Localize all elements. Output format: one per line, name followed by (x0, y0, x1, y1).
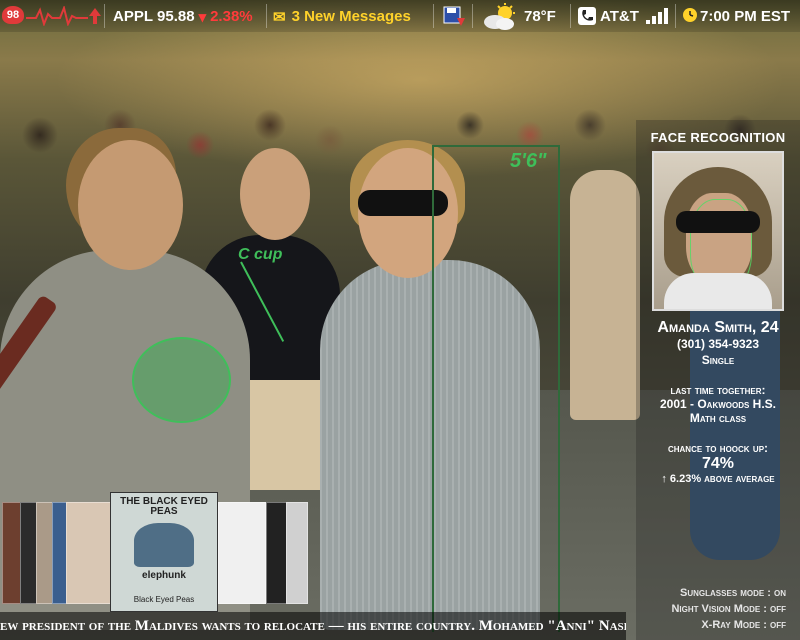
chance-delta: ↑ 6.23% above average (636, 473, 800, 485)
clock-time: 7:00 PM EST (700, 8, 791, 25)
person-right-body (570, 170, 640, 420)
messages-notification[interactable]: ✉ 3 New Messages (273, 8, 411, 26)
stock-ticker[interactable]: APPL 95.88 ▾ 2.38% (113, 8, 253, 26)
height-measure-box (432, 145, 560, 632)
person-phone[interactable]: (301) 354-9323 (636, 337, 800, 351)
night-vision-mode[interactable]: Night Vision Mode : off (671, 601, 786, 617)
messages-label: 3 New Messages (291, 8, 411, 25)
last-together-label: last time together: (670, 383, 766, 397)
clock-icon (683, 8, 697, 22)
height-label: 5'6" (510, 150, 547, 172)
heart-rate-up-icon (89, 8, 101, 24)
stock-symbol: APPL (113, 8, 154, 25)
person-background-head (240, 148, 310, 240)
partly-cloudy-icon (484, 3, 515, 30)
temperature: 78°F (524, 8, 556, 25)
face-photo[interactable] (652, 151, 784, 311)
mode-list: Sunglasses mode : on Night Vision Mode :… (671, 585, 786, 633)
album-cover[interactable] (66, 502, 112, 604)
phone-icon[interactable] (578, 7, 596, 25)
divider (675, 4, 676, 28)
arrow-up-icon: ↑ (661, 473, 667, 485)
album-cover[interactable] (266, 502, 288, 604)
album-cover[interactable] (218, 502, 266, 604)
status-bar: 98 APPL 95.88 ▾ 2.38% ✉ 3 New Messages 7… (0, 0, 800, 32)
carrier-name: AT&T (600, 8, 639, 25)
chance-value: 74% (701, 455, 735, 472)
last-together-value: 2001 - Oakwoods H.S. (659, 397, 777, 411)
stock-down-icon: ▾ (198, 9, 207, 26)
chance-delta-text: 6.23% above average (669, 473, 775, 485)
divider (266, 4, 267, 28)
divider (104, 4, 105, 28)
album-subtitle: Black Eyed Peas (133, 595, 195, 604)
sunglasses-mode[interactable]: Sunglasses mode : on (671, 585, 786, 601)
face-recognition-panel: FACE RECOGNITION Amanda Smith, 24 (301) … (636, 120, 800, 640)
last-together-detail: Math class (689, 411, 747, 425)
save-disk-icon[interactable] (443, 6, 465, 28)
person-name: Amanda Smith, 24 (657, 319, 779, 336)
album-cover[interactable] (286, 502, 308, 604)
album-title: elephunk (142, 570, 186, 581)
album-band: THE BLACK EYED PEAS (120, 496, 208, 517)
divider (570, 4, 571, 28)
panel-title: FACE RECOGNITION (650, 130, 786, 145)
xray-mode[interactable]: X-Ray Mode : off (671, 617, 786, 633)
news-ticker-text: ew president of the Maldives wants to re… (0, 618, 626, 634)
elephant-icon (134, 523, 194, 567)
envelope-icon: ✉ (273, 9, 286, 26)
heart-rate-badge: 98 (2, 6, 24, 24)
divider (472, 4, 473, 28)
news-ticker[interactable]: ew president of the Maldives wants to re… (0, 612, 626, 640)
person-left-head (78, 140, 183, 270)
album-coverflow[interactable]: THE BLACK EYED PEAS elephunk Black Eyed … (0, 492, 310, 612)
divider (433, 4, 434, 28)
relationship-status: Single (701, 353, 735, 367)
signal-strength-icon (646, 8, 668, 24)
chance-label: chance to hoock up: (667, 441, 769, 455)
stock-price: 95.88 (157, 8, 195, 25)
heartbeat-wave-icon (26, 6, 88, 26)
stock-change: 2.38% (210, 8, 253, 25)
cup-label: C cup (238, 246, 283, 263)
album-cover-selected[interactable]: THE BLACK EYED PEAS elephunk Black Eyed … (110, 492, 218, 612)
cup-highlight (132, 337, 231, 423)
